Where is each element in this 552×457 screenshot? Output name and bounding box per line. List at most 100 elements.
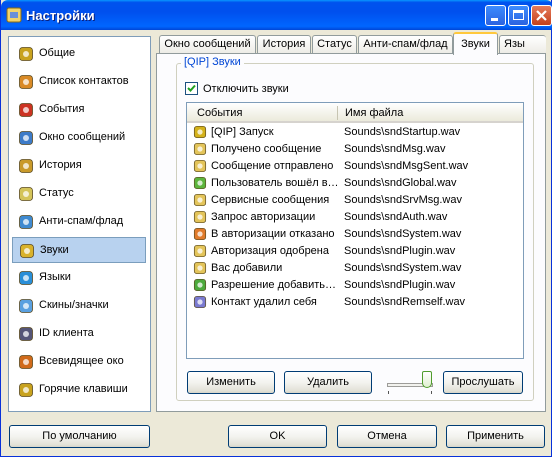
add-permission-icon xyxy=(193,278,207,292)
event-name: Авторизация одобрена xyxy=(211,245,329,257)
disable-sounds-checkbox[interactable] xyxy=(185,82,198,95)
maximize-icon xyxy=(513,10,524,20)
sidebar-item-label: Список контактов xyxy=(39,75,129,87)
hotkeys-icon xyxy=(18,382,34,398)
list-item[interactable]: Вас добавили Sounds\sndSystem.wav xyxy=(187,260,521,277)
ok-label: OK xyxy=(269,430,286,442)
list-item[interactable]: Сервисные сообщения Sounds\sndSrvMsg.wav xyxy=(187,192,521,209)
languages-icon xyxy=(18,270,34,286)
list-item[interactable]: Запрос авторизации Sounds\sndAuth.wav xyxy=(187,209,521,226)
sidebar-item-3[interactable]: Окно сообщений xyxy=(12,125,146,151)
app-icon xyxy=(6,7,22,23)
sidebar-item-label: Окно сообщений xyxy=(39,131,126,143)
tab-5[interactable]: Язы xyxy=(499,35,546,54)
volume-slider-ticks xyxy=(388,391,432,394)
sidebar-item-8[interactable]: Языки xyxy=(12,265,146,291)
sidebar-item-0[interactable]: Общие xyxy=(12,41,146,67)
sidebar-item-6[interactable]: Анти-спам/флад xyxy=(12,209,146,235)
sidebar-item-11[interactable]: Всевидящее око xyxy=(12,349,146,375)
change-sound-label: Изменить xyxy=(206,376,256,388)
sidebar-item-9[interactable]: Скины/значки xyxy=(12,293,146,319)
close-button[interactable] xyxy=(531,5,552,26)
column-separator[interactable] xyxy=(337,106,338,120)
antispam-icon xyxy=(18,214,34,230)
sidebar-item-10[interactable]: ID клиента xyxy=(12,321,146,347)
message-window-icon xyxy=(18,130,34,146)
event-name: В авторизации отказано xyxy=(211,228,335,240)
event-name: Запрос авторизации xyxy=(211,211,316,223)
sidebar-item-4[interactable]: История xyxy=(12,153,146,179)
delete-sound-label: Удалить xyxy=(307,376,349,388)
tab-2[interactable]: Статус xyxy=(312,35,357,54)
auth-request-icon xyxy=(193,210,207,224)
sound-file-name: Sounds\sndSystem.wav xyxy=(344,262,462,274)
checkmark-icon xyxy=(187,84,196,92)
list-item[interactable]: Сообщение отправлено Sounds\sndMsgSent.wa… xyxy=(187,158,521,175)
sidebar-item-label: Языки xyxy=(39,271,71,283)
cancel-button[interactable]: Отмена xyxy=(337,425,437,448)
added-icon xyxy=(193,261,207,275)
auth-approved-icon xyxy=(193,244,207,258)
list-item[interactable]: Авторизация одобрена Sounds\sndPlugin.wav xyxy=(187,243,521,260)
sidebar-item-2[interactable]: События xyxy=(12,97,146,123)
tab-label: Анти-спам/флад xyxy=(363,38,448,50)
contact-removed-icon xyxy=(193,295,207,309)
column-header-events[interactable]: События xyxy=(197,107,242,119)
tab-label: Статус xyxy=(317,38,352,50)
list-item[interactable]: Получено сообщение Sounds\sndMsg.wav xyxy=(187,141,521,158)
all-seeing-eye-icon xyxy=(18,354,34,370)
service-message-icon xyxy=(193,193,207,207)
tab-4[interactable]: Звуки xyxy=(453,32,498,55)
apply-label: Применить xyxy=(467,430,524,442)
sidebar-item-1[interactable]: Список контактов xyxy=(12,69,146,95)
tab-1[interactable]: История xyxy=(257,35,311,54)
speaker-icon xyxy=(19,243,35,259)
sound-file-name: Sounds\sndRemself.wav xyxy=(344,296,466,308)
defaults-button[interactable]: По умолчанию xyxy=(9,425,150,448)
tab-0[interactable]: Окно сообщений xyxy=(159,35,256,54)
auth-denied-icon xyxy=(193,227,207,241)
list-item[interactable]: Разрешение добавить получено Sounds\sndPl… xyxy=(187,277,521,294)
change-sound-button[interactable]: Изменить xyxy=(187,371,275,394)
apply-button[interactable]: Применить xyxy=(446,425,545,448)
sound-file-name: Sounds\sndSystem.wav xyxy=(344,228,462,240)
sound-file-name: Sounds\sndStartup.wav xyxy=(344,126,461,138)
tab-label: Язы xyxy=(504,38,525,50)
sidebar-item-label: Звуки xyxy=(40,244,69,256)
list-item[interactable]: [QIP] Запуск Sounds\sndStartup.wav xyxy=(187,124,521,141)
sidebar-item-label: Скины/значки xyxy=(39,299,109,311)
sidebar-item-label: Анти-спам/флад xyxy=(39,215,124,227)
sidebar-item-7[interactable]: Звуки xyxy=(12,237,146,263)
sounds-group-title: [QIP] Звуки xyxy=(181,56,244,68)
list-header: События Имя файла xyxy=(187,103,523,123)
listen-label: Прослушать xyxy=(451,376,515,388)
sound-file-name: Sounds\sndPlugin.wav xyxy=(344,279,456,291)
status-icon xyxy=(18,186,34,202)
envelope-sent-icon xyxy=(193,159,207,173)
sound-file-name: Sounds\sndSrvMsg.wav xyxy=(344,194,462,206)
envelope-icon xyxy=(193,142,207,156)
sidebar-item-label: История xyxy=(39,159,82,171)
disable-sounds-label[interactable]: Отключить звуки xyxy=(203,83,289,95)
list-item[interactable]: Контакт удалил себя Sounds\sndRemself.wav xyxy=(187,294,521,311)
column-header-file[interactable]: Имя файла xyxy=(345,107,403,119)
sidebar-item-12[interactable]: Горячие клавиши xyxy=(12,377,146,403)
event-name: Сервисные сообщения xyxy=(211,194,330,206)
sound-file-name: Sounds\sndAuth.wav xyxy=(344,211,448,223)
title-bar[interactable]: Настройки xyxy=(1,0,552,30)
sound-file-name: Sounds\sndMsgSent.wav xyxy=(344,160,469,172)
maximize-button[interactable] xyxy=(508,5,529,26)
event-name: [QIP] Запуск xyxy=(211,126,274,138)
list-item[interactable]: Пользователь вошёл в сеть Sounds\sndGloba… xyxy=(187,175,521,192)
tab-3[interactable]: Анти-спам/флад xyxy=(358,35,453,54)
ok-button[interactable]: OK xyxy=(228,425,327,448)
tab-label: Звуки xyxy=(461,38,490,50)
delete-sound-button[interactable]: Удалить xyxy=(284,371,372,394)
defaults-label: По умолчанию xyxy=(42,430,117,442)
minimize-button[interactable] xyxy=(485,5,506,26)
volume-slider-thumb[interactable] xyxy=(422,371,432,388)
cancel-label: Отмена xyxy=(367,430,407,442)
listen-button[interactable]: Прослушать xyxy=(443,371,523,394)
list-item[interactable]: В авторизации отказано Sounds\sndSystem.w… xyxy=(187,226,521,243)
sidebar-item-5[interactable]: Статус xyxy=(12,181,146,207)
